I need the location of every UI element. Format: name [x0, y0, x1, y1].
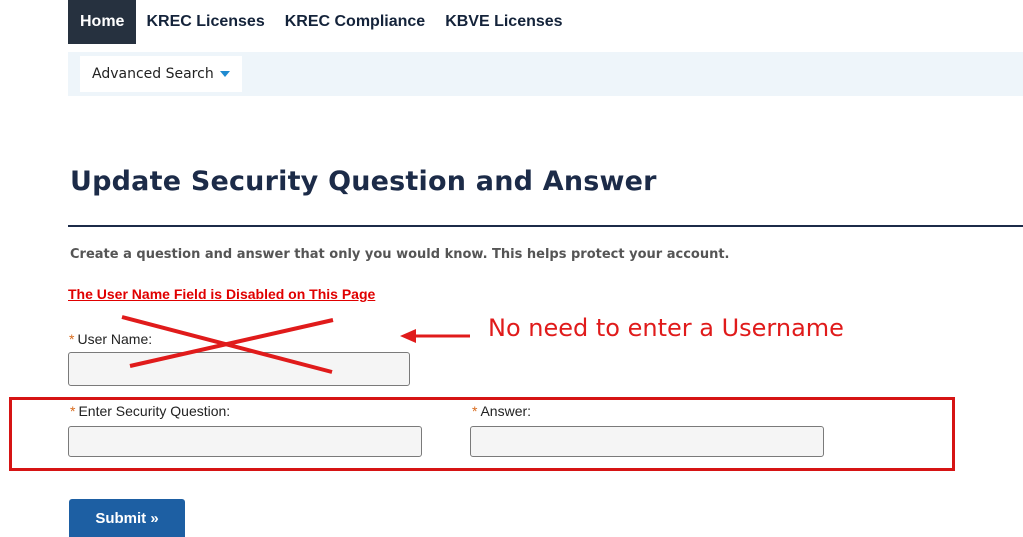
- submit-button[interactable]: Submit »: [69, 499, 185, 537]
- callout-text: No need to enter a Username: [488, 314, 844, 342]
- annotation-overlay: [121, 315, 470, 374]
- arrow-left-icon: [400, 329, 416, 343]
